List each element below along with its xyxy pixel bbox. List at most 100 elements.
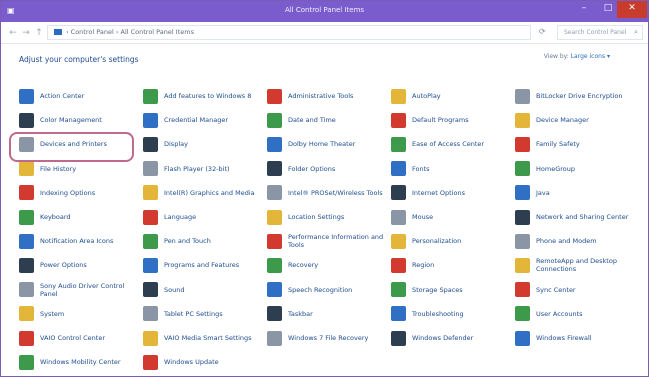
control-panel-item[interactable]: Storage Spaces xyxy=(391,277,515,303)
control-panel-item[interactable]: Action Center xyxy=(19,83,143,109)
control-panel-item[interactable]: RemoteApp and Desktop Connections xyxy=(515,252,639,278)
control-panel-item[interactable]: Pen and Touch xyxy=(143,228,267,254)
control-panel-item[interactable]: Windows Update xyxy=(143,349,267,375)
control-panel-item[interactable]: Programs and Features xyxy=(143,252,267,278)
up-button[interactable]: ↑ xyxy=(33,27,45,39)
item-label: Performance Information and Tools xyxy=(288,233,384,250)
control-panel-item[interactable]: Intel(R) Graphics and Media xyxy=(143,180,267,206)
control-panel-item[interactable]: Fonts xyxy=(391,156,515,182)
control-panel-item[interactable]: Performance Information and Tools xyxy=(267,228,391,254)
item-icon xyxy=(19,282,34,298)
item-icon xyxy=(391,136,406,152)
item-icon xyxy=(143,354,158,370)
search-input[interactable]: Search Control Panel ⌕ xyxy=(557,25,643,40)
refresh-icon[interactable]: ⟳ xyxy=(539,27,546,36)
control-panel-item[interactable]: Family Safety xyxy=(515,131,639,157)
control-panel-item[interactable]: Folder Options xyxy=(267,156,391,182)
item-label: Personalization xyxy=(412,237,462,246)
control-panel-item[interactable]: Display xyxy=(143,131,267,157)
control-panel-item[interactable]: Windows Mobility Center xyxy=(19,349,143,375)
control-panel-item[interactable]: Phone and Modem xyxy=(515,228,639,254)
item-label: Intel® PROSet/Wireless Tools xyxy=(288,188,383,197)
item-icon xyxy=(515,161,530,177)
item-icon xyxy=(267,209,282,225)
view-by[interactable]: View by: Large icons ▾ xyxy=(544,53,610,60)
item-label: Fonts xyxy=(412,164,430,173)
minimize-button[interactable]: – xyxy=(573,1,595,18)
control-panel-item[interactable]: Recovery xyxy=(267,252,391,278)
control-panel-item[interactable]: VAIO Media Smart Settings xyxy=(143,325,267,351)
control-panel-item[interactable]: BitLocker Drive Encryption xyxy=(515,83,639,109)
item-label: Power Options xyxy=(40,261,87,270)
control-panel-item[interactable]: Flash Player (32-bit) xyxy=(143,156,267,182)
item-label: Speech Recognition xyxy=(288,285,353,294)
control-panel-item[interactable]: Internet Options xyxy=(391,180,515,206)
item-label: Color Management xyxy=(40,116,102,125)
back-button[interactable]: ← xyxy=(7,27,19,39)
item-label: Windows Update xyxy=(164,358,219,367)
forward-button[interactable]: → xyxy=(20,27,32,39)
item-icon xyxy=(19,88,34,104)
control-panel-item[interactable]: Sony Audio Driver Control Panel xyxy=(19,277,143,303)
control-panel-item[interactable]: Dolby Home Theater xyxy=(267,131,391,157)
view-by-dropdown[interactable]: Large icons ▾ xyxy=(571,53,610,60)
control-panel-item[interactable]: Mouse xyxy=(391,204,515,230)
control-panel-item[interactable]: Network and Sharing Center xyxy=(515,204,639,230)
item-label: Internet Options xyxy=(412,188,465,197)
control-panel-item[interactable]: Location Settings xyxy=(267,204,391,230)
item-label: Troubleshooting xyxy=(412,309,464,318)
control-panel-item[interactable]: Power Options xyxy=(19,252,143,278)
search-icon[interactable]: ⌕ xyxy=(634,26,638,39)
control-panel-item[interactable]: System xyxy=(19,301,143,327)
control-panel-item[interactable]: Java xyxy=(515,180,639,206)
item-icon xyxy=(391,306,406,322)
item-icon xyxy=(391,88,406,104)
control-panel-item[interactable]: Language xyxy=(143,204,267,230)
control-panel-item[interactable]: Date and Time xyxy=(267,107,391,133)
control-panel-item[interactable]: User Accounts xyxy=(515,301,639,327)
control-panel-item[interactable]: Windows 7 File Recovery xyxy=(267,325,391,351)
control-panel-item[interactable]: Indexing Options xyxy=(19,180,143,206)
control-panel-item[interactable]: Speech Recognition xyxy=(267,277,391,303)
control-panel-item[interactable]: Add features to Windows 8 xyxy=(143,83,267,109)
control-panel-item[interactable]: VAIO Control Center xyxy=(19,325,143,351)
control-panel-item[interactable]: Taskbar xyxy=(267,301,391,327)
control-panel-item[interactable]: Sound xyxy=(143,277,267,303)
item-label: Programs and Features xyxy=(164,261,240,270)
close-button[interactable]: ✕ xyxy=(617,1,647,18)
control-panel-item[interactable]: HomeGroup xyxy=(515,156,639,182)
control-panel-item[interactable]: Tablet PC Settings xyxy=(143,301,267,327)
item-icon xyxy=(391,330,406,346)
item-icon xyxy=(267,112,282,128)
item-label: System xyxy=(40,309,65,318)
control-panel-item[interactable]: Sync Center xyxy=(515,277,639,303)
address-field[interactable]: › Control Panel › All Control Panel Item… xyxy=(47,25,531,40)
control-panel-item[interactable]: Administrative Tools xyxy=(267,83,391,109)
control-panel-item[interactable]: Troubleshooting xyxy=(391,301,515,327)
control-panel-item[interactable]: Windows Firewall xyxy=(515,325,639,351)
item-label: Windows Firewall xyxy=(536,334,592,342)
item-icon xyxy=(267,136,282,152)
item-label: Language xyxy=(164,213,197,221)
item-label: Ease of Access Center xyxy=(412,140,485,149)
control-panel-item[interactable]: Default Programs xyxy=(391,107,515,133)
control-panel-item[interactable]: Intel® PROSet/Wireless Tools xyxy=(267,180,391,206)
control-panel-item[interactable]: Color Management xyxy=(19,107,143,133)
control-panel-item[interactable]: Windows Defender xyxy=(391,325,515,351)
control-panel-item[interactable]: Notification Area Icons xyxy=(19,228,143,254)
control-panel-item[interactable]: Keyboard xyxy=(19,204,143,230)
control-panel-item[interactable]: Personalization xyxy=(391,228,515,254)
item-icon xyxy=(143,185,158,201)
control-panel-item[interactable]: Ease of Access Center xyxy=(391,131,515,157)
highlight-circle xyxy=(9,132,134,162)
control-panel-item[interactable]: Device Manager xyxy=(515,107,639,133)
item-label: Folder Options xyxy=(288,164,336,173)
item-icon xyxy=(19,209,34,225)
control-panel-item[interactable]: Region xyxy=(391,252,515,278)
item-icon xyxy=(391,233,406,249)
control-panel-item[interactable]: AutoPlay xyxy=(391,83,515,109)
title-bar[interactable]: ▣ All Control Panel Items – □ ✕ xyxy=(1,1,648,22)
control-panel-item[interactable]: Credential Manager xyxy=(143,107,267,133)
maximize-button[interactable]: □ xyxy=(597,1,619,18)
item-icon xyxy=(515,185,530,201)
